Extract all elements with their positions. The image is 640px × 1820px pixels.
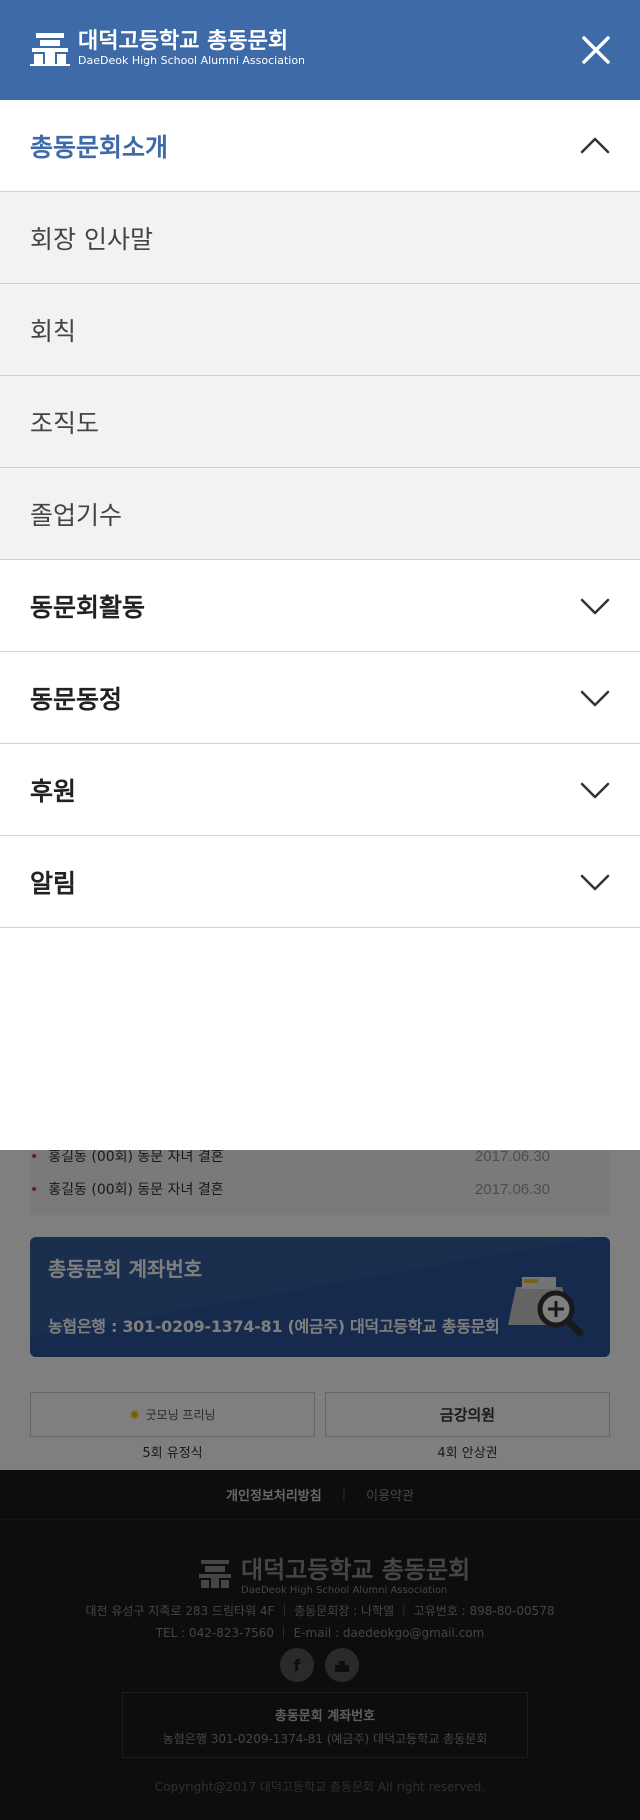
menu-header: 대덕고등학교 총동문회 DaeDeok High School Alumni A… — [0, 0, 640, 100]
submenu-item-organization[interactable]: 조직도 — [0, 376, 640, 468]
logo-title: 대덕고등학교 총동문회 — [78, 29, 289, 54]
submenu-item-label: 회칙 — [30, 316, 77, 346]
menu-item-label: 후원 — [30, 776, 77, 806]
chevron-up-icon — [580, 137, 610, 154]
submenu-item-rules[interactable]: 회칙 — [0, 284, 640, 376]
submenu-item-label: 졸업기수 — [30, 500, 123, 530]
chevron-down-icon — [580, 690, 610, 707]
mobile-menu: 대덕고등학교 총동문회 DaeDeok High School Alumni A… — [0, 0, 640, 1150]
submenu-item-graduates[interactable]: 졸업기수 — [0, 468, 640, 560]
menu-item-label: 총동문회소개 — [30, 132, 169, 162]
menu-item-label: 동문동정 — [30, 684, 123, 714]
menu-item-news[interactable]: 동문동정 — [0, 652, 640, 744]
menu-item-notice[interactable]: 알림 — [0, 836, 640, 928]
chevron-down-icon — [580, 782, 610, 799]
close-icon[interactable] — [580, 34, 612, 66]
school-emblem-icon — [30, 33, 70, 66]
menu-item-sponsor[interactable]: 후원 — [0, 744, 640, 836]
submenu-item-label: 회장 인사말 — [30, 224, 153, 254]
chevron-down-icon — [580, 874, 610, 891]
menu-item-about[interactable]: 총동문회소개 — [0, 100, 640, 192]
logo-subtitle: DaeDeok High School Alumni Association — [78, 54, 306, 67]
site-logo[interactable]: 대덕고등학교 총동문회 DaeDeok High School Alumni A… — [30, 30, 305, 68]
menu-item-label: 알림 — [30, 868, 77, 898]
submenu-item-label: 조직도 — [30, 408, 100, 438]
menu-item-activities[interactable]: 동문회활동 — [0, 560, 640, 652]
menu-item-label: 동문회활동 — [30, 592, 146, 622]
chevron-down-icon — [580, 598, 610, 615]
submenu-item-greeting[interactable]: 회장 인사말 — [0, 192, 640, 284]
